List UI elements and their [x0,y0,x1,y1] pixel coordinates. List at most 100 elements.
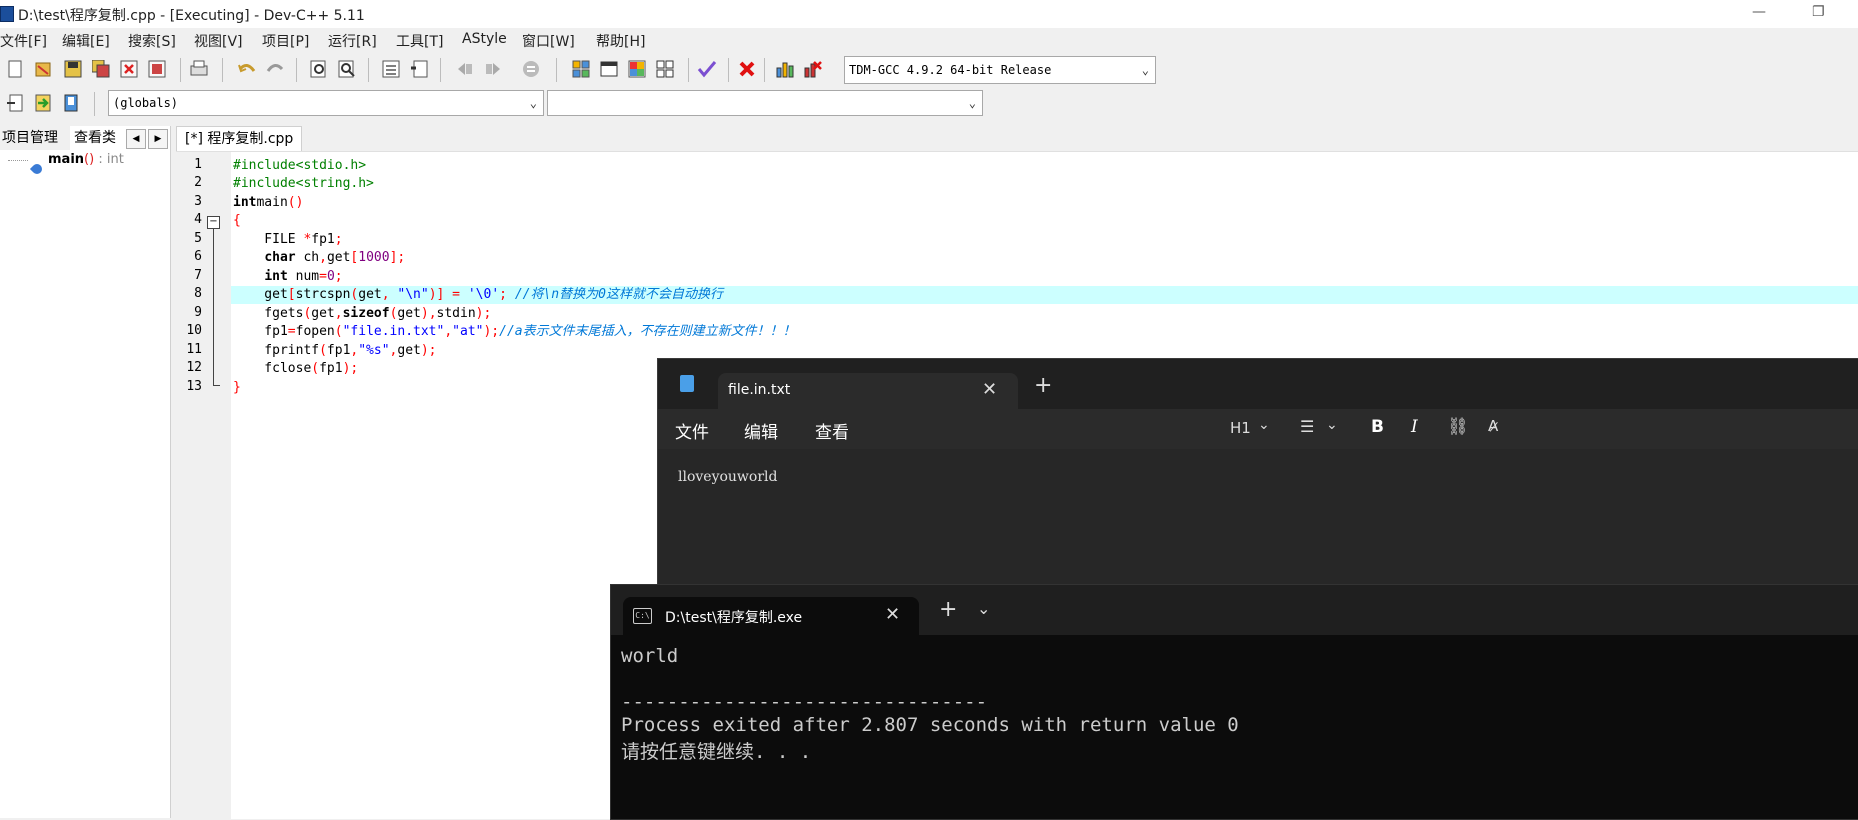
indent-icon[interactable] [454,58,476,80]
undo-icon[interactable] [236,58,258,80]
notepad-tab[interactable]: file.in.txt ✕ [718,373,1018,409]
devcpp-app-icon [0,6,14,22]
code-token: () [287,195,304,210]
terminal-line: Process exited after 2.807 seconds with … [621,714,1239,736]
unindent-icon[interactable] [482,58,504,80]
code-line[interactable]: get[strcspn(get, "\n")] = '\0'; //将\n替换为… [233,286,723,304]
code-line[interactable]: } [233,379,241,397]
print-icon[interactable] [188,58,210,80]
menu-file[interactable]: 文件[F] [0,31,47,51]
code-line[interactable]: { [233,212,241,230]
compiler-select[interactable]: TDM-GCC 4.9.2 64-bit Release ⌄ [844,56,1156,84]
notepad-menu-edit[interactable]: 编辑 [744,418,778,443]
chevron-down-icon[interactable]: ⌄ [1326,417,1338,433]
tab-scroll-right-icon[interactable]: ▶ [148,129,168,149]
menu-astyle[interactable]: AStyle [462,31,507,47]
code-line[interactable]: #include<stdio.h> [233,157,366,175]
code-line[interactable]: fprintf(fp1,"%s",get); [233,342,436,360]
spellcheck-icon[interactable]: A̷ [1488,417,1498,435]
code-line[interactable]: fgets(get,sizeof(get),stdin); [233,305,491,323]
delete-profile-icon[interactable] [802,58,824,80]
stop-execution-icon[interactable] [736,58,758,80]
code-line[interactable]: char ch,get[1000]; [233,249,405,267]
notepad-menu-view[interactable]: 查看 [815,418,849,443]
notepad-app-icon [680,375,694,392]
window-icon[interactable] [598,58,620,80]
color-grid-icon[interactable] [626,58,648,80]
scope-select[interactable]: (globals) ⌄ [108,90,544,116]
heading-button[interactable]: H1 [1230,419,1251,437]
goto-declaration-icon[interactable] [32,92,54,114]
menu-window[interactable]: 窗口[W] [522,31,575,51]
menu-view[interactable]: 视图[V] [194,31,243,51]
tree-item-main[interactable]: main() : int [48,152,124,167]
toolbar-separator [556,58,557,82]
new-file-icon[interactable] [4,58,26,80]
code-token: = [319,269,327,284]
link-icon[interactable]: ⛓ [1447,417,1469,437]
menu-project[interactable]: 项目[P] [262,31,309,51]
tab-scroll-left-icon[interactable]: ◀ [126,129,146,149]
toolbar-separator [688,58,689,82]
toggle-bookmark-icon[interactable] [408,58,430,80]
close-all-icon[interactable] [146,58,168,80]
new-tab-plus-icon[interactable]: + [939,597,957,622]
code-token: fgets [233,306,304,321]
tree-item-parens: () [84,152,95,167]
bold-icon[interactable]: B [1371,417,1384,437]
grid-icon[interactable] [654,58,676,80]
code-line[interactable]: int num=0; [233,268,342,286]
code-token: get [326,250,351,265]
italic-icon[interactable]: I [1411,417,1418,437]
close-file-icon[interactable] [118,58,140,80]
chevron-down-icon[interactable]: ⌄ [1258,417,1270,433]
replace-icon[interactable] [336,58,358,80]
goto-line-icon[interactable] [380,58,402,80]
code-token: int [233,195,257,210]
code-token: #include<stdio.h> [233,158,367,173]
save-icon[interactable] [62,58,84,80]
open-file-icon[interactable] [32,58,54,80]
code-line[interactable]: fp1=fopen("file.in.txt","at");//a表示文件末尾插… [233,323,795,341]
check-syntax-icon[interactable] [696,58,718,80]
menu-help[interactable]: 帮助[H] [596,31,645,51]
restore-button[interactable]: ❐ [1812,4,1825,20]
dropdown-chevron-icon[interactable]: ⌄ [977,599,990,618]
list-icon[interactable]: ☰ [1300,417,1314,436]
close-tab-icon[interactable]: ✕ [885,604,900,625]
layout-tiles-icon[interactable] [570,58,592,80]
minimize-button[interactable]: — [1752,4,1766,20]
terminal-tab[interactable]: C:\ D:\test\程序复制.exe ✕ [623,597,919,635]
tab-class-view[interactable]: 查看类 [72,126,128,150]
menu-run[interactable]: 运行[R] [328,31,377,51]
goto-definition-icon[interactable] [60,92,82,114]
profile-chart-icon[interactable] [774,58,796,80]
member-select[interactable]: ⌄ [547,90,983,116]
code-token: get [397,306,421,321]
notepad-menu-file[interactable]: 文件 [675,418,709,443]
notepad-content: lloveyouworld [678,469,778,485]
save-all-icon[interactable] [90,58,112,80]
menu-tools[interactable]: 工具[T] [396,31,443,51]
code-line[interactable]: fclose(fp1); [233,360,358,378]
new-tab-plus-icon[interactable]: + [1034,373,1052,398]
menu-edit[interactable]: 编辑[E] [62,31,110,51]
scope-select-value: (globals) [113,96,179,110]
editor-tab[interactable]: [*] 程序复制.cpp [176,126,303,151]
menu-search[interactable]: 搜索[S] [128,31,176,51]
code-line[interactable]: intmain() [233,194,303,212]
code-line[interactable]: #include<string.h> [233,175,374,193]
find-icon[interactable] [308,58,330,80]
code-token: get [397,343,421,358]
toggle-comment-icon[interactable] [520,58,542,80]
code-token: ( [319,343,327,358]
close-tab-icon[interactable]: ✕ [982,379,997,400]
code-token: , [381,287,398,302]
toolbar-separator [222,58,223,82]
tab-project-manager[interactable]: 项目管理 [0,126,70,150]
code-token: } [233,380,241,395]
class-insert-icon[interactable] [4,92,26,114]
code-token: //将\n替换为0这样就不会自动换行 [514,287,723,302]
redo-icon[interactable] [264,58,286,80]
code-line[interactable]: FILE *fp1; [233,231,342,249]
